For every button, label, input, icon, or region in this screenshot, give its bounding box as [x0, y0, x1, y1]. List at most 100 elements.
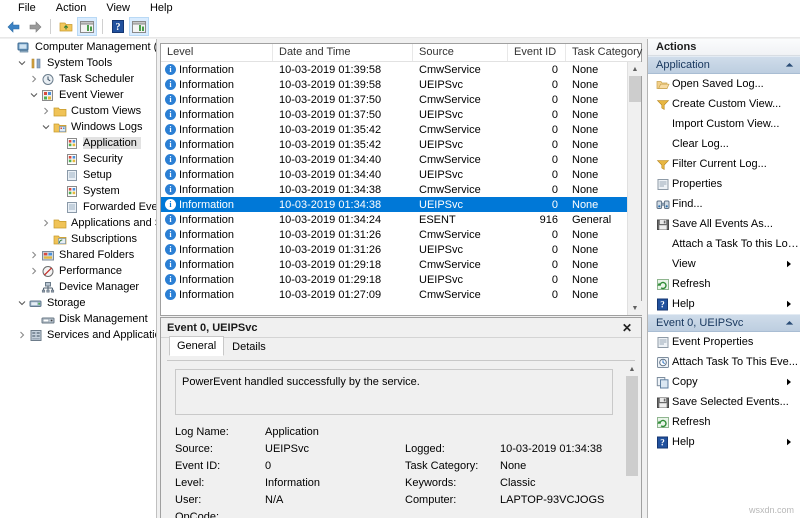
- chevron-up-icon[interactable]: [785, 62, 794, 68]
- table-row[interactable]: iInformation10-03-2019 01:29:18CmwServic…: [161, 257, 627, 272]
- event-list[interactable]: LevelDate and TimeSourceEvent IDTask Cat…: [160, 43, 642, 316]
- table-row[interactable]: iInformation10-03-2019 01:39:58UEIPSvc0N…: [161, 77, 627, 92]
- column-header-task-category[interactable]: Task Category: [566, 44, 648, 61]
- chevron-down-icon[interactable]: [28, 87, 40, 103]
- table-row[interactable]: iInformation10-03-2019 01:34:38UEIPSvc0N…: [161, 197, 627, 212]
- tree-item-security[interactable]: Security: [0, 151, 156, 167]
- tree-item-event-viewer[interactable]: Event Viewer: [0, 87, 156, 103]
- submenu-arrow-icon[interactable]: [786, 378, 800, 386]
- detail-scrollbar-thumb[interactable]: [626, 376, 638, 476]
- action-item-attach-a-task-to-this-log[interactable]: Attach a Task To this Log...: [648, 234, 800, 254]
- column-header-source[interactable]: Source: [413, 44, 508, 61]
- action-item-open-saved-log[interactable]: Open Saved Log...: [648, 74, 800, 94]
- action-item-view[interactable]: View: [648, 254, 800, 274]
- table-row[interactable]: iInformation10-03-2019 01:35:42UEIPSvc0N…: [161, 137, 627, 152]
- tree-item-device-manager[interactable]: Device Manager: [0, 279, 156, 295]
- chevron-down-icon[interactable]: [16, 295, 28, 311]
- action-item-attach-task-to-this-eve[interactable]: Attach Task To This Eve...: [648, 352, 800, 372]
- column-header-event-id[interactable]: Event ID: [508, 44, 566, 61]
- action-item-filter-current-log[interactable]: Filter Current Log...: [648, 154, 800, 174]
- menu-item-action[interactable]: Action: [46, 0, 97, 16]
- event-detail-scrollbar[interactable]: ▲ ▼: [625, 362, 639, 518]
- chevron-right-icon[interactable]: [28, 247, 40, 263]
- tree-item-setup[interactable]: Setup: [0, 167, 156, 183]
- actions-group-header[interactable]: Event 0, UEIPSvc: [648, 314, 800, 332]
- show-hide-action-pane-icon[interactable]: [129, 17, 149, 36]
- tree-item-forwarded-event[interactable]: Forwarded Event: [0, 199, 156, 215]
- submenu-arrow-icon[interactable]: [786, 260, 800, 268]
- tree-item-storage[interactable]: Storage: [0, 295, 156, 311]
- action-item-help[interactable]: ?Help: [648, 432, 800, 452]
- table-row[interactable]: iInformation10-03-2019 01:34:38CmwServic…: [161, 182, 627, 197]
- console-tree[interactable]: Computer Management (Local)System ToolsT…: [0, 39, 157, 518]
- action-item-help[interactable]: ?Help: [648, 294, 800, 314]
- action-item-save-selected-events[interactable]: Save Selected Events...: [648, 392, 800, 412]
- tree-item-system-tools[interactable]: System Tools: [0, 55, 156, 71]
- chevron-down-icon[interactable]: [16, 55, 28, 71]
- show-hide-console-tree-icon[interactable]: [77, 17, 97, 36]
- table-row[interactable]: iInformation10-03-2019 01:31:26CmwServic…: [161, 227, 627, 242]
- tab-general[interactable]: General: [169, 336, 224, 356]
- tree-item-disk-management[interactable]: Disk Management: [0, 311, 156, 327]
- action-item-refresh[interactable]: Refresh: [648, 412, 800, 432]
- tree-item-shared-folders[interactable]: Shared Folders: [0, 247, 156, 263]
- tree-item-services-and-applications[interactable]: Services and Applications: [0, 327, 156, 343]
- detail-scroll-up-icon[interactable]: ▲: [625, 362, 639, 376]
- tree-item-applications-and-ser[interactable]: Applications and Ser: [0, 215, 156, 231]
- help-icon[interactable]: ?: [108, 17, 128, 36]
- tree-item-performance[interactable]: Performance: [0, 263, 156, 279]
- chevron-down-icon[interactable]: [40, 119, 52, 135]
- submenu-arrow-icon[interactable]: [786, 300, 800, 308]
- event-detail-tabs[interactable]: GeneralDetails: [161, 338, 641, 356]
- chevron-right-icon[interactable]: [16, 327, 28, 343]
- table-row[interactable]: iInformation10-03-2019 01:37:50CmwServic…: [161, 92, 627, 107]
- tree-item-windows-logs[interactable]: Windows Logs: [0, 119, 156, 135]
- table-row[interactable]: iInformation10-03-2019 01:35:42CmwServic…: [161, 122, 627, 137]
- menu-item-view[interactable]: View: [96, 0, 140, 16]
- action-item-find[interactable]: Find...: [648, 194, 800, 214]
- menu-item-file[interactable]: File: [8, 0, 46, 16]
- table-row[interactable]: iInformation10-03-2019 01:34:40CmwServic…: [161, 152, 627, 167]
- tree-item-subscriptions[interactable]: Subscriptions: [0, 231, 156, 247]
- action-item-properties[interactable]: Properties: [648, 174, 800, 194]
- tree-item-computer-management-local[interactable]: Computer Management (Local): [0, 39, 156, 55]
- chevron-right-icon[interactable]: [28, 71, 40, 87]
- chevron-right-icon[interactable]: [40, 215, 52, 231]
- action-item-event-properties[interactable]: Event Properties: [648, 332, 800, 352]
- action-item-clear-log[interactable]: Clear Log...: [648, 134, 800, 154]
- forward-arrow-icon[interactable]: [25, 17, 45, 36]
- tree-item-custom-views[interactable]: Custom Views: [0, 103, 156, 119]
- up-folder-icon[interactable]: [56, 17, 76, 36]
- tab-details[interactable]: Details: [224, 337, 274, 356]
- chevron-right-icon[interactable]: [28, 263, 40, 279]
- action-item-create-custom-view[interactable]: Create Custom View...: [648, 94, 800, 114]
- scroll-up-icon[interactable]: ▲: [628, 62, 642, 76]
- table-row[interactable]: iInformation10-03-2019 01:37:50UEIPSvc0N…: [161, 107, 627, 122]
- actions-group-header[interactable]: Application: [648, 56, 800, 74]
- menu-item-help[interactable]: Help: [140, 0, 183, 16]
- back-arrow-icon[interactable]: [4, 17, 24, 36]
- action-item-refresh[interactable]: Refresh: [648, 274, 800, 294]
- table-row[interactable]: iInformation10-03-2019 01:29:18UEIPSvc0N…: [161, 272, 627, 287]
- column-header-level[interactable]: Level: [161, 44, 273, 61]
- chevron-up-icon[interactable]: [785, 320, 794, 326]
- table-row[interactable]: iInformation10-03-2019 01:31:26UEIPSvc0N…: [161, 242, 627, 257]
- table-row[interactable]: iInformation10-03-2019 01:34:40UEIPSvc0N…: [161, 167, 627, 182]
- table-row[interactable]: iInformation10-03-2019 01:34:24ESENT916G…: [161, 212, 627, 227]
- tree-item-task-scheduler[interactable]: Task Scheduler: [0, 71, 156, 87]
- submenu-arrow-icon[interactable]: [786, 438, 800, 446]
- event-list-scrollbar[interactable]: ▲ ▼: [627, 62, 641, 315]
- action-item-copy[interactable]: Copy: [648, 372, 800, 392]
- scroll-down-icon[interactable]: ▼: [628, 301, 642, 315]
- column-header-date-and-time[interactable]: Date and Time: [273, 44, 413, 61]
- action-item-import-custom-view[interactable]: Import Custom View...: [648, 114, 800, 134]
- close-icon[interactable]: ✕: [619, 321, 635, 335]
- tree-item-application[interactable]: Application: [0, 135, 156, 151]
- tree-item-system[interactable]: System: [0, 183, 156, 199]
- scrollbar-thumb[interactable]: [629, 76, 641, 102]
- chevron-right-icon[interactable]: [40, 103, 52, 119]
- action-item-save-all-events-as[interactable]: Save All Events As...: [648, 214, 800, 234]
- event-list-body[interactable]: iInformation10-03-2019 01:39:58CmwServic…: [161, 62, 627, 315]
- table-row[interactable]: iInformation10-03-2019 01:39:58CmwServic…: [161, 62, 627, 77]
- table-row[interactable]: iInformation10-03-2019 01:27:09CmwServic…: [161, 287, 627, 302]
